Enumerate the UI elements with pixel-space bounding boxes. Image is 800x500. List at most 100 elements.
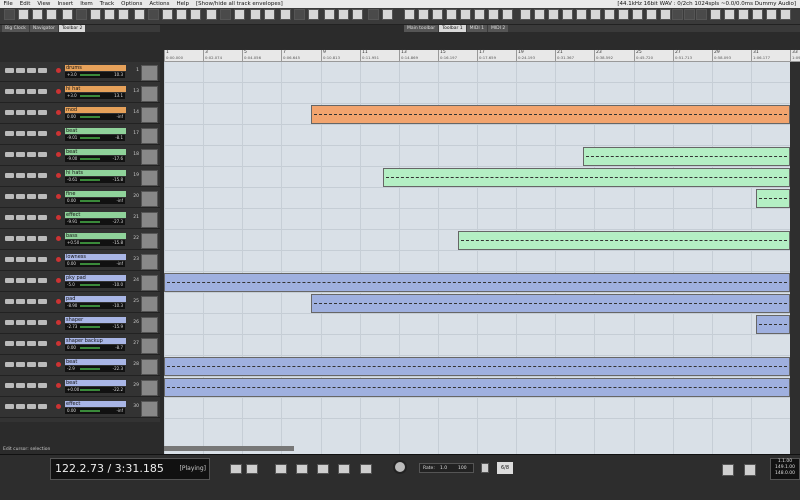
toolbar-button[interactable] (548, 9, 559, 20)
media-item[interactable] (164, 378, 790, 397)
toolbar-button[interactable] (738, 9, 749, 20)
toolbar-button[interactable] (234, 9, 245, 20)
toolbar-button[interactable] (590, 9, 601, 20)
toolbar-button[interactable] (280, 9, 291, 20)
track-buttons[interactable] (5, 257, 60, 263)
track-name[interactable]: lowness (65, 254, 126, 260)
media-item[interactable] (311, 294, 790, 313)
toolbar-button[interactable] (696, 9, 707, 20)
toolbar-button[interactable] (672, 9, 683, 20)
track-name[interactable]: beat (65, 128, 126, 134)
track-icon[interactable] (141, 128, 158, 144)
track-header[interactable]: hi hat +3.0 13.1 13 (0, 83, 160, 103)
track-buttons[interactable] (5, 299, 60, 305)
toolbar-button[interactable] (382, 9, 393, 20)
record-arm-button[interactable] (56, 131, 61, 136)
horizontal-scrollbar[interactable] (164, 446, 294, 451)
docker-tab[interactable]: Toolbar 1 (439, 25, 466, 32)
record-arm-button[interactable] (56, 362, 61, 367)
menu-item[interactable]: Options (118, 1, 146, 7)
track-header[interactable]: shaper backup 0.00 -8.7 27 (0, 335, 160, 355)
toolbar-button[interactable] (118, 9, 129, 20)
track-buttons[interactable] (5, 383, 60, 389)
toolbar-button[interactable] (604, 9, 615, 20)
track-buttons[interactable] (5, 68, 60, 74)
toolbar-button[interactable] (62, 9, 73, 20)
menu-item[interactable]: Actions (146, 1, 173, 7)
volume-fader[interactable]: -8.90 -10.3 (65, 303, 125, 309)
track-name[interactable]: beat (65, 380, 126, 386)
toolbar-button[interactable] (766, 9, 777, 20)
media-item[interactable] (755, 189, 790, 208)
repeat-button[interactable] (360, 464, 372, 474)
track-buttons[interactable] (5, 278, 60, 284)
track-icon[interactable] (141, 359, 158, 375)
track-name[interactable]: shaper (65, 317, 126, 323)
track-name[interactable]: shaper backup (65, 338, 126, 344)
track-header[interactable]: beat -9.01 -8.1 17 (0, 125, 160, 145)
record-arm-button[interactable] (56, 236, 61, 241)
track-header[interactable]: fine 0.00 -inf 20 (0, 188, 160, 208)
toolbar-button[interactable] (46, 9, 57, 20)
toolbar-button[interactable] (632, 9, 643, 20)
track-name[interactable]: pad (65, 296, 126, 302)
toolbar-button[interactable] (576, 9, 587, 20)
toolbar-button[interactable] (752, 9, 763, 20)
track-name[interactable]: hi hat (65, 86, 126, 92)
menu-item[interactable]: Track (96, 1, 117, 7)
track-header[interactable]: bass +0.50 -15.8 22 (0, 230, 160, 250)
track-buttons[interactable] (5, 89, 60, 95)
record-arm-button[interactable] (56, 383, 61, 388)
track-icon[interactable] (141, 107, 158, 123)
record-arm-button[interactable] (56, 257, 61, 262)
track-header[interactable]: hi hats -0.61 -15.8 19 (0, 167, 160, 187)
track-name[interactable]: pky pad (65, 275, 126, 281)
metronome-button[interactable] (744, 464, 756, 476)
tempo-button[interactable] (481, 463, 489, 473)
toolbar-button[interactable] (264, 9, 275, 20)
rate-control[interactable]: Rate: 1.0 100 (419, 463, 474, 473)
toolbar-button[interactable] (220, 9, 231, 20)
toolbar-button[interactable] (660, 9, 671, 20)
docker-tab[interactable]: Toolbar 2 (58, 25, 86, 32)
media-item[interactable] (458, 231, 790, 250)
toolbar-button[interactable] (18, 9, 29, 20)
timesig-display[interactable]: 6/8 (497, 462, 513, 474)
toolbar-button[interactable] (562, 9, 573, 20)
volume-fader[interactable]: -9.91 -27.3 (65, 219, 125, 225)
docker-tab[interactable]: Main toolbar (404, 25, 439, 32)
volume-fader[interactable]: -2.9 -22.3 (65, 366, 125, 372)
track-header[interactable]: effect 0.00 -inf 30 (0, 398, 160, 418)
toolbar-button[interactable] (308, 9, 319, 20)
toolbar-button[interactable] (684, 9, 695, 20)
master-volume-knob[interactable] (393, 460, 407, 474)
record-arm-button[interactable] (56, 341, 61, 346)
toolbar-button[interactable] (488, 9, 499, 20)
track-header[interactable]: shaper -2.73 -15.9 26 (0, 314, 160, 334)
toolbar-button[interactable] (418, 9, 429, 20)
menu-item[interactable]: Insert (54, 1, 77, 7)
track-buttons[interactable] (5, 131, 60, 137)
volume-fader[interactable]: 0.00 -inf (65, 408, 125, 414)
stop-button[interactable] (338, 464, 350, 474)
toolbar-button[interactable] (324, 9, 335, 20)
toolbar-button[interactable] (250, 9, 261, 20)
volume-fader[interactable]: -9.00 -17.6 (65, 156, 125, 162)
track-icon[interactable] (141, 296, 158, 312)
docker-tab[interactable]: MIDI 1 (466, 25, 487, 32)
toolbar-button[interactable] (134, 9, 145, 20)
toolbar-button[interactable] (724, 9, 735, 20)
track-header[interactable]: effect -9.91 -27.3 21 (0, 209, 160, 229)
toolbar-button[interactable] (368, 9, 379, 20)
toolbar-button[interactable] (76, 9, 87, 20)
menu-item[interactable]: File (0, 1, 16, 7)
volume-fader[interactable]: -5.0 -10.0 (65, 282, 125, 288)
track-icon[interactable] (141, 149, 158, 165)
record-arm-button[interactable] (56, 152, 61, 157)
track-name[interactable]: drums (65, 65, 126, 71)
volume-fader[interactable]: -9.01 -8.1 (65, 135, 125, 141)
track-header[interactable]: mod 0.00 -inf 14 (0, 104, 160, 124)
toolbar-button[interactable] (4, 9, 15, 20)
toolbar-button[interactable] (162, 9, 173, 20)
record-arm-button[interactable] (56, 89, 61, 94)
